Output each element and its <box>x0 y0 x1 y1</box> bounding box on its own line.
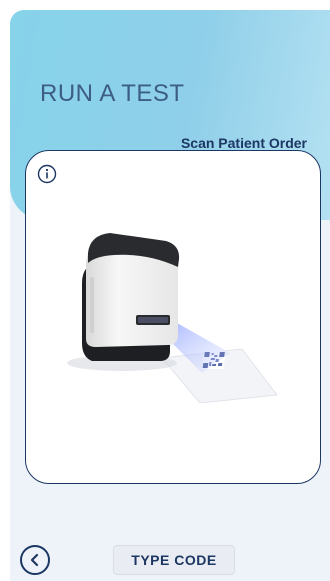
info-icon[interactable] <box>37 164 57 184</box>
scanner-illustration <box>52 223 295 404</box>
scan-instruction-card <box>25 150 321 484</box>
type-code-button[interactable]: TYPE CODE <box>113 545 235 575</box>
app-screen: RUN A TEST Scan Patient Order TYPE CODE <box>10 10 330 581</box>
back-button[interactable] <box>20 545 50 575</box>
bottom-bar: TYPE CODE <box>10 530 330 581</box>
page-subtitle: Scan Patient Order <box>180 135 307 151</box>
page-title: RUN A TEST <box>40 80 185 107</box>
chevron-left-icon <box>30 553 39 567</box>
